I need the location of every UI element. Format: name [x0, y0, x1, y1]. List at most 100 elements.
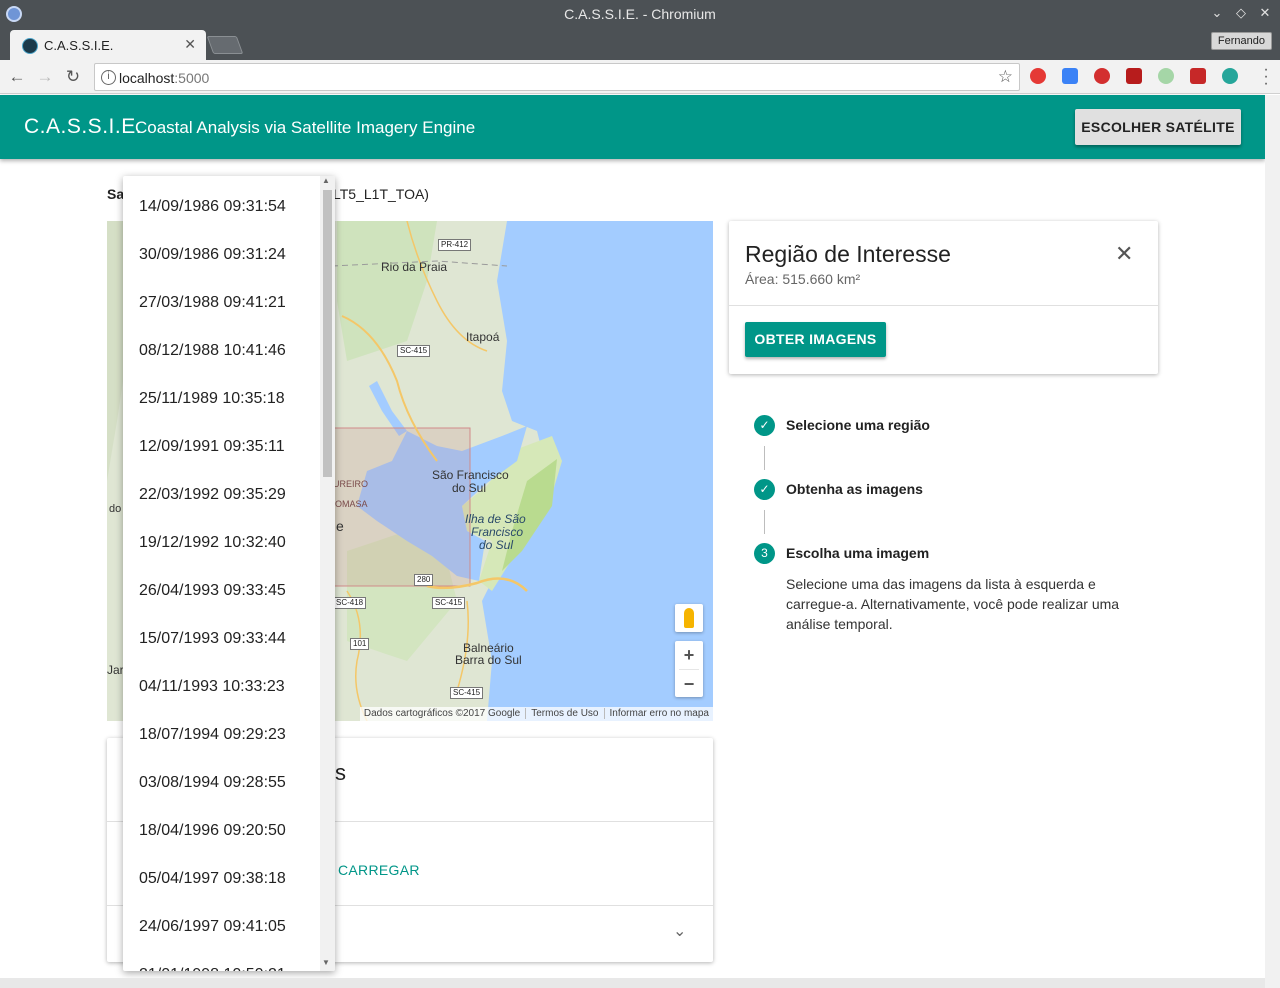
opera-extension-icon[interactable]	[1030, 68, 1046, 84]
tab-strip: C.A.S.S.I.E. ✕ Fernando	[0, 28, 1280, 60]
road-shield-sc415: SC-415	[432, 597, 466, 609]
app-subtitle: Coastal Analysis via Satellite Imagery E…	[135, 118, 476, 137]
m-extension-icon[interactable]	[1126, 68, 1142, 84]
map-label-omasa: OMASA	[335, 499, 368, 509]
close-icon[interactable]: ✕	[1115, 241, 1133, 267]
new-tab-button[interactable]	[206, 36, 244, 54]
browser-menu-icon[interactable]: · · ·	[1260, 62, 1272, 92]
region-card: Região de Interesse Área: 515.660 km² ✕ …	[729, 221, 1158, 374]
puzzle-extension-icon[interactable]	[1190, 68, 1206, 84]
js-extension-icon[interactable]	[1094, 68, 1110, 84]
dropdown-item[interactable]: 24/06/1997 09:41:05	[139, 918, 286, 936]
road-shield-pr412: PR-412	[438, 239, 472, 251]
dropdown-item[interactable]: 18/07/1994 09:29:23	[139, 726, 286, 744]
address-bar[interactable]: i localhost:5000 ☆	[94, 63, 1020, 91]
step-connector	[764, 446, 765, 470]
dropdown-item[interactable]: 18/04/1996 09:20:50	[139, 822, 286, 840]
reload-icon[interactable]: ↻	[62, 66, 84, 88]
dropdown-item[interactable]: 25/11/1989 10:35:18	[139, 390, 285, 408]
step-label: Obtenha as imagens	[786, 481, 923, 497]
dropdown-item[interactable]: 30/09/1986 09:31:24	[139, 246, 286, 264]
dropdown-item[interactable]: 12/09/1991 09:35:11	[139, 438, 285, 456]
zoom-control: + −	[675, 641, 703, 697]
page-scrollbar[interactable]	[1265, 95, 1280, 988]
image-date-dropdown[interactable]: 14/09/1986 09:31:54 30/09/1986 09:31:24 27…	[123, 176, 335, 971]
map-data-credit: Dados cartográficos ©2017 Google	[363, 708, 521, 719]
road-shield-sc415: SC-415	[450, 687, 484, 699]
map-label-sao-francisco: São Francisco	[432, 468, 509, 482]
load-image-button[interactable]: CARREGAR	[338, 862, 420, 878]
chevron-down-icon[interactable]: ⌄	[673, 921, 686, 941]
app-brand: C.A.S.S.I.E.	[24, 115, 143, 138]
scroll-down-icon[interactable]: ▼	[322, 958, 330, 967]
street-view-pegman-icon[interactable]	[675, 604, 703, 632]
dropdown-item[interactable]: 21/01/1998 10:50:21	[139, 966, 286, 971]
images-card-title: s	[335, 760, 346, 785]
zoom-in-button[interactable]: +	[675, 641, 703, 669]
scroll-up-icon[interactable]: ▲	[322, 176, 330, 185]
dropdown-item[interactable]: 04/11/1993 10:33:23	[139, 678, 285, 696]
step-label: Selecione uma região	[786, 417, 930, 433]
maximize-icon[interactable]: ◇	[1232, 4, 1250, 22]
tab-title: C.A.S.S.I.E.	[44, 38, 114, 53]
dropdown-item[interactable]: 15/07/1993 09:33:44	[139, 630, 286, 648]
step-description: Selecione uma das imagens da lista à esq…	[786, 576, 1120, 632]
check-icon: ✓	[754, 415, 775, 436]
dropdown-item[interactable]: 19/12/1992 10:32:40	[139, 534, 286, 552]
circle-extension-icon[interactable]	[1158, 68, 1174, 84]
terms-link[interactable]: Termos de Uso	[525, 708, 599, 719]
app-header: C.A.S.S.I.E. Coastal Analysis via Satell…	[0, 95, 1265, 159]
map-label-barra-do-sul: Barra do Sul	[455, 653, 522, 667]
dropdown-item[interactable]: 14/09/1986 09:31:54	[139, 198, 286, 216]
region-card-title: Região de Interesse	[745, 241, 951, 267]
step-label: Escolha uma imagem	[786, 545, 930, 561]
browser-tab[interactable]: C.A.S.S.I.E. ✕	[10, 30, 206, 60]
map-label-e: e	[336, 518, 344, 534]
dropdown-item[interactable]: 03/08/1994 09:28:55	[139, 774, 286, 792]
dropdown-item[interactable]: 05/04/1997 09:38:18	[139, 870, 286, 888]
browser-toolbar: ← → ↻ i localhost:5000 ☆ · · ·	[0, 60, 1280, 94]
back-arrow-icon[interactable]: ←	[6, 66, 28, 88]
map-label-itapoa: Itapoá	[466, 330, 500, 344]
choose-satellite-button[interactable]: ESCOLHER SATÉLITE	[1075, 109, 1241, 145]
dropdown-item[interactable]: 08/12/1988 10:41:46	[139, 342, 286, 360]
close-tab-icon[interactable]: ✕	[184, 36, 196, 53]
region-area: Área: 515.660 km²	[745, 271, 861, 287]
window-titlebar: C.A.S.S.I.E. - Chromium ⌄ ◇ ✕	[0, 0, 1280, 28]
road-shield-sc418: SC-418	[333, 597, 367, 609]
m-circle-extension-icon[interactable]	[1222, 68, 1238, 84]
step-number: 3	[754, 543, 775, 564]
favicon-icon	[22, 38, 38, 54]
bookmark-star-icon[interactable]: ☆	[998, 67, 1013, 87]
divider	[729, 305, 1158, 306]
map-label-ureiro: UREIRO	[333, 479, 369, 489]
report-error-link[interactable]: Informar erro no mapa	[603, 708, 709, 719]
page-bottom-edge	[0, 978, 1265, 988]
dropdown-scrollbar-thumb[interactable]	[323, 190, 332, 477]
close-window-icon[interactable]: ✕	[1256, 4, 1274, 22]
map-label-do: do	[109, 503, 122, 515]
zoom-out-button[interactable]: −	[675, 670, 703, 698]
dropdown-item[interactable]: 22/03/1992 09:35:29	[139, 486, 286, 504]
map-label-rio-da-praia: Rio da Praia	[381, 260, 448, 274]
info-icon[interactable]: i	[101, 70, 116, 85]
minimize-icon[interactable]: ⌄	[1208, 4, 1226, 22]
profile-button[interactable]: Fernando	[1210, 32, 1272, 50]
url-text[interactable]: localhost:5000	[119, 70, 209, 86]
graduation-extension-icon[interactable]	[1062, 68, 1078, 84]
check-icon: ✓	[754, 479, 775, 500]
road-shield-101: 101	[350, 638, 370, 650]
road-shield-sc415: SC-415	[397, 345, 431, 357]
map-credits: Dados cartográficos ©2017 Google Termos d…	[359, 707, 713, 721]
dropdown-item[interactable]: 26/04/1993 09:33:45	[139, 582, 286, 600]
dropdown-item[interactable]: 27/03/1988 09:41:21	[139, 294, 286, 312]
road-shield-280: 280	[414, 574, 434, 586]
get-images-button[interactable]: OBTER IMAGENS	[745, 322, 886, 357]
map-label-ilha-3: do Sul	[479, 538, 514, 552]
satellite-label: Sa LT5_L1T_TOA)	[107, 186, 429, 202]
window-title: C.A.S.S.I.E. - Chromium	[564, 6, 716, 22]
forward-arrow-icon[interactable]: →	[34, 66, 56, 88]
step-connector	[764, 510, 765, 534]
map-label-do-sul: do Sul	[452, 481, 487, 495]
map-label-jar: Jar	[107, 663, 124, 677]
